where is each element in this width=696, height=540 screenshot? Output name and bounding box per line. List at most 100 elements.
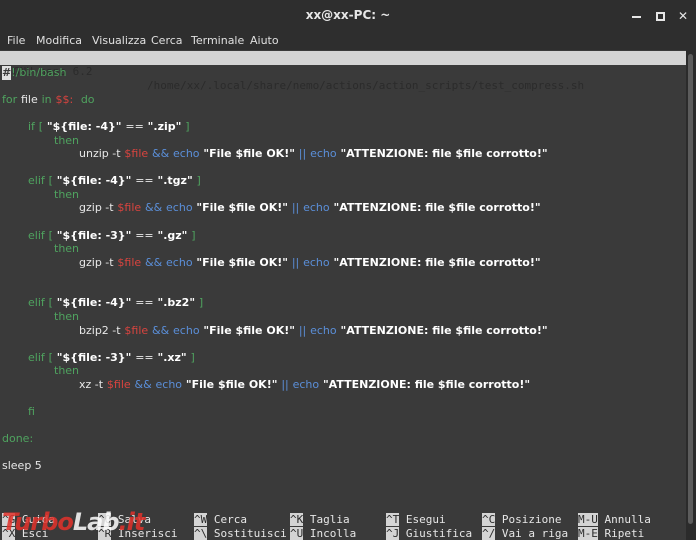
- cond: "${file: -4}": [56, 174, 132, 187]
- shortcut-justify[interactable]: ^J Giustifica: [386, 527, 472, 540]
- or-op: ||: [281, 378, 289, 391]
- shortcut-key: ^W: [194, 513, 208, 526]
- menu-cerca[interactable]: Cerca: [151, 34, 183, 47]
- close-icon: ✕: [677, 9, 689, 23]
- kw-for: for: [2, 93, 18, 106]
- shortcut-cut[interactable]: ^K Taglia: [290, 513, 350, 526]
- shortcut-undo[interactable]: M-U Annulla: [578, 513, 651, 526]
- echo-cmd: echo: [310, 147, 337, 160]
- shortcut-replace[interactable]: ^\ Sostituisci: [194, 527, 287, 540]
- menu-visualizza[interactable]: Visualizza: [92, 34, 146, 47]
- bracket-close: ]: [185, 120, 190, 133]
- ext: ".xz": [157, 351, 187, 364]
- cond: "${file: -3}": [56, 229, 132, 242]
- code-line-then: then: [54, 242, 79, 256]
- echo-cmd: echo: [166, 256, 193, 269]
- watermark-part1: Turbo: [2, 508, 74, 536]
- menu-aiuto[interactable]: Aiuto: [250, 34, 279, 47]
- kw-then: then: [54, 188, 80, 201]
- kw-elif: elif: [28, 229, 45, 242]
- shebang-path: /bin/bash: [15, 66, 67, 79]
- code-line-sleep: sleep 5: [2, 459, 42, 473]
- shortcut-key: ^C: [482, 513, 496, 526]
- menu-modifica[interactable]: Modifica: [36, 34, 82, 47]
- shortcut-key: ^\: [194, 527, 208, 540]
- nano-header: GNU nano 6.2 /home/xx/.local/share/nemo/…: [0, 51, 686, 92]
- kw-if: if: [28, 120, 35, 133]
- watermark-part2: Lab: [72, 508, 120, 536]
- echo-cmd: echo: [155, 378, 183, 391]
- shortcut-label: Ripeti: [604, 527, 645, 540]
- maximize-button[interactable]: [650, 6, 670, 26]
- code-line-then: then: [54, 188, 79, 202]
- kw-done: done:: [2, 432, 34, 445]
- args-var: $$:: [55, 93, 74, 106]
- code-line-then: then: [54, 310, 79, 324]
- and-op: &&: [134, 378, 152, 391]
- file-var: $file: [106, 378, 131, 391]
- ok-msg: "File $file OK!": [185, 378, 278, 391]
- err-msg: "ATTENZIONE: file $file corrotto!": [322, 378, 531, 391]
- shortcut-search[interactable]: ^W Cerca: [194, 513, 247, 526]
- shortcut-key: ^K: [290, 513, 304, 526]
- scrollbar-thumb[interactable]: [688, 54, 693, 524]
- nano-file-path: /home/xx/.local/share/nemo/actions/actio…: [147, 79, 585, 92]
- eq-op: ==: [135, 229, 154, 242]
- shortcut-label: Esegui: [405, 513, 446, 526]
- echo-cmd: echo: [310, 324, 337, 337]
- err-msg: "ATTENZIONE: file $file corrotto!": [340, 324, 548, 337]
- window-title: xx@xx-PC: ~: [305, 8, 391, 22]
- shortcut-label: Taglia: [309, 513, 350, 526]
- cond: "${file: -3}": [56, 351, 132, 364]
- code-line-cmd: gzip -t $file && echo "File $file OK!" |…: [79, 201, 541, 215]
- kw-elif: elif: [28, 351, 45, 364]
- code-line-elif: elif [ "${file: -3}" == ".xz" ]: [28, 351, 195, 365]
- or-op: ||: [298, 324, 307, 337]
- maximize-icon: [655, 12, 665, 21]
- cmd: unzip -t: [79, 147, 121, 160]
- shortcut-label: Vai a riga: [501, 527, 569, 540]
- menu-file[interactable]: File: [7, 34, 25, 47]
- minimize-button[interactable]: [626, 6, 646, 26]
- shortcut-position[interactable]: ^C Posizione: [482, 513, 561, 526]
- echo-cmd: echo: [173, 147, 200, 160]
- for-var: file: [20, 93, 38, 106]
- code-line-shebang: #!/bin/bash: [2, 66, 67, 80]
- code-line-cmd: bzip2 -t $file && echo "File $file OK!" …: [79, 324, 548, 338]
- kw-then: then: [54, 242, 80, 255]
- watermark-part3: .it: [118, 508, 146, 536]
- ext: ".tgz": [157, 174, 193, 187]
- code-line-if: if [ "${file: -4}" == ".zip" ]: [28, 120, 190, 134]
- kw-then: then: [54, 310, 80, 323]
- eq-op: ==: [135, 174, 154, 187]
- cmd: gzip -t: [79, 256, 114, 269]
- shortcut-goto-line[interactable]: ^/ Vai a riga: [482, 527, 568, 540]
- bracket-open: [: [48, 174, 53, 187]
- shortcut-key: ^U: [290, 527, 304, 540]
- echo-cmd: echo: [173, 324, 200, 337]
- echo-cmd: echo: [303, 256, 330, 269]
- kw-elif: elif: [28, 174, 45, 187]
- menu-terminale[interactable]: Terminale: [191, 34, 244, 47]
- and-op: &&: [152, 147, 170, 160]
- shortcut-label: Posizione: [501, 513, 562, 526]
- file-var: $file: [124, 324, 149, 337]
- close-button[interactable]: ✕: [673, 6, 693, 26]
- or-op: ||: [291, 201, 300, 214]
- code-line-for: for file in $$: do: [2, 93, 95, 107]
- shortcut-execute[interactable]: ^T Esegui: [386, 513, 446, 526]
- ext: ".zip": [147, 120, 182, 133]
- err-msg: "ATTENZIONE: file $file corrotto!": [340, 147, 548, 160]
- bracket-open: [: [48, 351, 53, 364]
- shortcut-paste[interactable]: ^U Incolla: [290, 527, 356, 540]
- shortcut-redo[interactable]: M-E Ripeti: [578, 527, 644, 540]
- ok-msg: "File $file OK!": [196, 201, 288, 214]
- shortcut-label: Giustifica: [405, 527, 473, 540]
- kw-then: then: [54, 364, 80, 377]
- kw-elif: elif: [28, 296, 45, 309]
- kw-fi: fi: [28, 405, 35, 418]
- bracket-open: [: [48, 296, 53, 309]
- file-var: $file: [117, 201, 142, 214]
- ext: ".gz": [157, 229, 188, 242]
- text-cursor: #: [2, 66, 12, 80]
